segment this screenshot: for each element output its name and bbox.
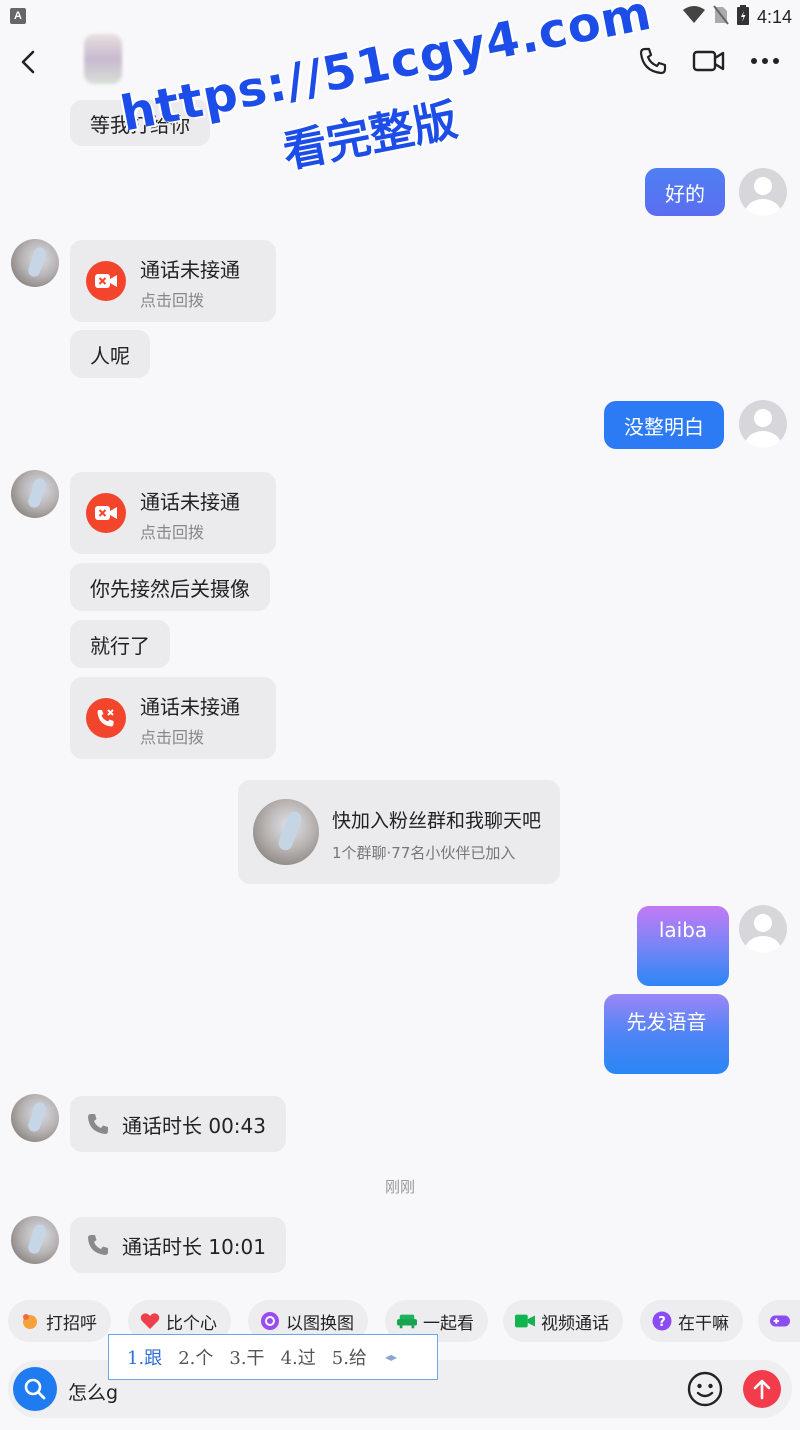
sofa-icon <box>397 1311 417 1331</box>
arrow-up-icon <box>753 1379 771 1400</box>
voice-call-button[interactable] <box>636 44 670 78</box>
status-icons: 4:14 <box>682 5 792 29</box>
message-outgoing[interactable]: 先发语音 <box>604 994 729 1074</box>
more-icon <box>751 58 779 64</box>
phone-icon <box>639 47 667 75</box>
message-outgoing[interactable]: laiba <box>637 906 729 986</box>
contact-avatar[interactable] <box>84 34 122 84</box>
fan-group-invite-card[interactable]: 快加入粉丝群和我聊天吧 1个群聊·77名小伙伴已加入 <box>238 780 560 884</box>
contact-avatar[interactable] <box>11 470 59 518</box>
image-swap-icon <box>260 1311 280 1331</box>
message-outgoing[interactable]: 没整明白 <box>604 401 724 449</box>
ime-candidate[interactable]: 1.跟 <box>127 1344 162 1370</box>
group-invite-title: 快加入粉丝群和我聊天吧 <box>332 810 542 832</box>
missed-video-call-icon <box>86 493 126 533</box>
phone-icon <box>88 1235 108 1255</box>
emoji-button[interactable] <box>686 1370 724 1408</box>
ime-candidate[interactable]: 3.干 <box>229 1344 264 1370</box>
my-avatar[interactable] <box>739 400 787 448</box>
quick-action-greet[interactable]: 打招呼 <box>8 1300 111 1342</box>
clock: 4:14 <box>756 6 792 27</box>
heart-icon <box>140 1311 160 1331</box>
ime-candidate[interactable]: 5.给 <box>332 1344 367 1370</box>
group-invite-subtitle: 1个群聊·77名小伙伴已加入 <box>332 844 516 862</box>
back-button[interactable] <box>12 46 44 78</box>
ime-page-arrows-icon[interactable]: ◂▸ <box>385 1350 397 1364</box>
call-duration-text: 通话时长 00:43 <box>122 1113 266 1138</box>
my-avatar[interactable] <box>739 905 787 953</box>
ime-candidate-bar: 1.跟 2.个 3.干 4.过 5.给 ◂▸ <box>108 1334 438 1380</box>
quick-action-game[interactable] <box>758 1300 800 1342</box>
missed-voice-call-icon <box>86 698 126 738</box>
video-call-button[interactable] <box>692 44 726 78</box>
timestamp-divider: 刚刚 <box>384 1178 415 1196</box>
status-bar: A 4:14 <box>0 0 800 34</box>
emoji-icon <box>687 1371 723 1407</box>
message-outgoing[interactable]: 好的 <box>645 168 725 216</box>
more-button[interactable] <box>748 44 782 78</box>
chat-header <box>0 34 800 90</box>
gamepad-icon <box>770 1311 790 1331</box>
video-icon <box>692 50 725 72</box>
wifi-icon <box>682 6 705 28</box>
call-status-title: 通话未接通 <box>140 695 240 719</box>
call-callback-hint: 点击回拨 <box>140 523 205 542</box>
phone-icon <box>88 1114 108 1134</box>
quick-action-whats-up[interactable]: ? 在干嘛 <box>640 1300 743 1342</box>
contact-avatar[interactable] <box>11 1216 59 1264</box>
search-button[interactable] <box>13 1367 57 1411</box>
call-status-title: 通话未接通 <box>140 258 240 282</box>
missed-call-card[interactable]: 通话未接通 点击回拨 <box>70 472 276 554</box>
battery-icon <box>736 5 749 29</box>
missed-call-card[interactable]: 通话未接通 点击回拨 <box>70 240 276 322</box>
call-duration-message[interactable]: 通话时长 10:01 <box>70 1217 286 1273</box>
message-incoming[interactable]: 人呢 <box>70 330 150 378</box>
contact-avatar[interactable] <box>11 1094 59 1142</box>
video-icon <box>515 1311 535 1331</box>
ime-candidate[interactable]: 2.个 <box>178 1344 213 1370</box>
missed-video-call-icon <box>86 261 126 301</box>
svg-text:?: ? <box>658 1315 666 1330</box>
notification-app-icon: A <box>10 8 26 24</box>
search-icon <box>24 1378 46 1400</box>
message-input-text[interactable]: 怎么g <box>68 1378 118 1405</box>
back-icon <box>21 50 35 74</box>
call-callback-hint: 点击回拨 <box>140 728 205 747</box>
call-duration-text: 通话时长 10:01 <box>122 1234 266 1259</box>
call-callback-hint: 点击回拨 <box>140 291 205 310</box>
question-icon: ? <box>652 1311 672 1331</box>
call-status-title: 通话未接通 <box>140 490 240 514</box>
my-avatar[interactable] <box>739 168 787 216</box>
message-incoming[interactable]: 等我打给你 <box>70 100 210 146</box>
call-duration-message[interactable]: 通话时长 00:43 <box>70 1096 286 1152</box>
message-incoming[interactable]: 你先接然后关摄像 <box>70 563 270 611</box>
contact-avatar[interactable] <box>11 239 59 287</box>
wave-hand-icon <box>20 1311 40 1331</box>
send-button[interactable] <box>743 1370 781 1408</box>
quick-action-video-call[interactable]: 视频通话 <box>503 1300 623 1342</box>
missed-call-card[interactable]: 通话未接通 点击回拨 <box>70 677 276 759</box>
group-avatar <box>253 799 319 865</box>
ime-candidate[interactable]: 4.过 <box>281 1344 316 1370</box>
message-incoming[interactable]: 就行了 <box>70 620 170 668</box>
no-sim-icon <box>713 5 729 29</box>
